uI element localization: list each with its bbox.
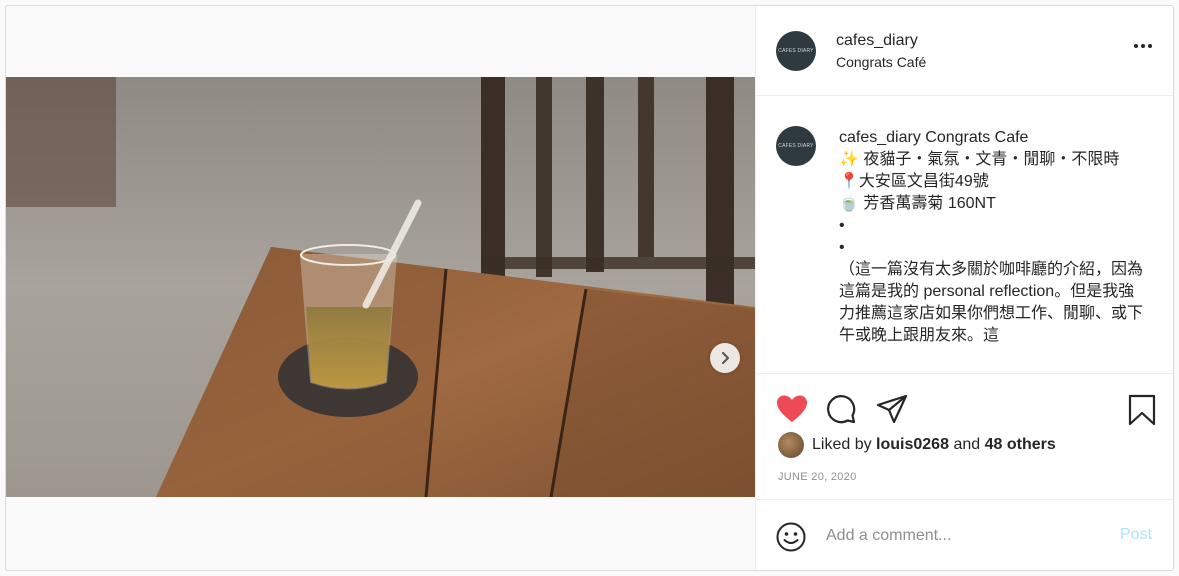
location-link[interactable]: Congrats Café xyxy=(836,54,926,70)
bookmark-icon xyxy=(1128,394,1156,426)
comment-input[interactable] xyxy=(826,524,1106,548)
comment-button[interactable] xyxy=(826,394,856,429)
post-card: CAFES DIARY cafes_diary Congrats Café CA… xyxy=(5,5,1174,571)
post-comment-button[interactable]: Post xyxy=(1120,526,1152,544)
username-link[interactable]: cafes_diary xyxy=(836,32,918,50)
share-button[interactable] xyxy=(876,394,908,429)
post-header: CAFES DIARY cafes_diary Congrats Café xyxy=(756,6,1173,96)
action-bar: Liked by louis0268 and 48 others JUNE 20… xyxy=(756,373,1173,499)
likes-summary: Liked by louis0268 and 48 others xyxy=(778,432,1056,458)
next-slide-button[interactable] xyxy=(710,343,740,373)
avatar-text: CAFES DIARY xyxy=(778,48,814,54)
likes-and: and xyxy=(953,436,981,453)
caption-line: • xyxy=(839,239,845,256)
caption-title: Congrats Cafe xyxy=(925,129,1029,146)
likes-others-link[interactable]: 48 others xyxy=(985,436,1056,453)
caption-line: 📍大安區文昌街49號 xyxy=(839,173,989,190)
likes-prefix: Liked by xyxy=(812,436,872,453)
heart-icon xyxy=(777,395,807,422)
post-date[interactable]: JUNE 20, 2020 xyxy=(778,471,857,483)
chevron-right-icon xyxy=(722,352,729,364)
post-sidebar: CAFES DIARY cafes_diary Congrats Café CA… xyxy=(755,6,1173,570)
like-button[interactable] xyxy=(776,394,808,429)
save-button[interactable] xyxy=(1128,394,1156,431)
more-options-icon[interactable] xyxy=(1134,44,1152,48)
caption-line: （這一篇沒有太多關於咖啡廳的介紹，因為這篇是我的 personal reflec… xyxy=(839,261,1144,344)
caption-area: CAFES DIARY cafes_diary Congrats Cafe ✨ … xyxy=(756,97,1173,373)
post-photo[interactable] xyxy=(6,77,755,497)
comment-bar: Post xyxy=(756,499,1173,570)
liker-username[interactable]: louis0268 xyxy=(876,436,949,453)
caption-line: 🍵 芳香萬壽菊 160NT xyxy=(839,195,996,212)
emoji-button[interactable] xyxy=(776,522,806,557)
caption-line: ✨ 夜貓子・氣氛・文青・閒聊・不限時 xyxy=(839,151,1120,168)
liker-avatar[interactable] xyxy=(778,432,804,458)
photo-illustration xyxy=(6,77,755,497)
avatar-text: CAFES DIARY xyxy=(778,143,814,149)
smiley-icon xyxy=(776,522,806,552)
caption-line: • xyxy=(839,217,845,234)
caption: cafes_diary Congrats Cafe ✨ 夜貓子・氣氛・文青・閒聊… xyxy=(839,127,1149,347)
caption-username[interactable]: cafes_diary xyxy=(839,129,921,146)
avatar[interactable]: CAFES DIARY xyxy=(776,126,816,166)
paper-plane-icon xyxy=(876,394,908,424)
avatar[interactable]: CAFES DIARY xyxy=(776,31,816,71)
comment-icon xyxy=(827,395,856,424)
media-panel xyxy=(6,6,755,570)
